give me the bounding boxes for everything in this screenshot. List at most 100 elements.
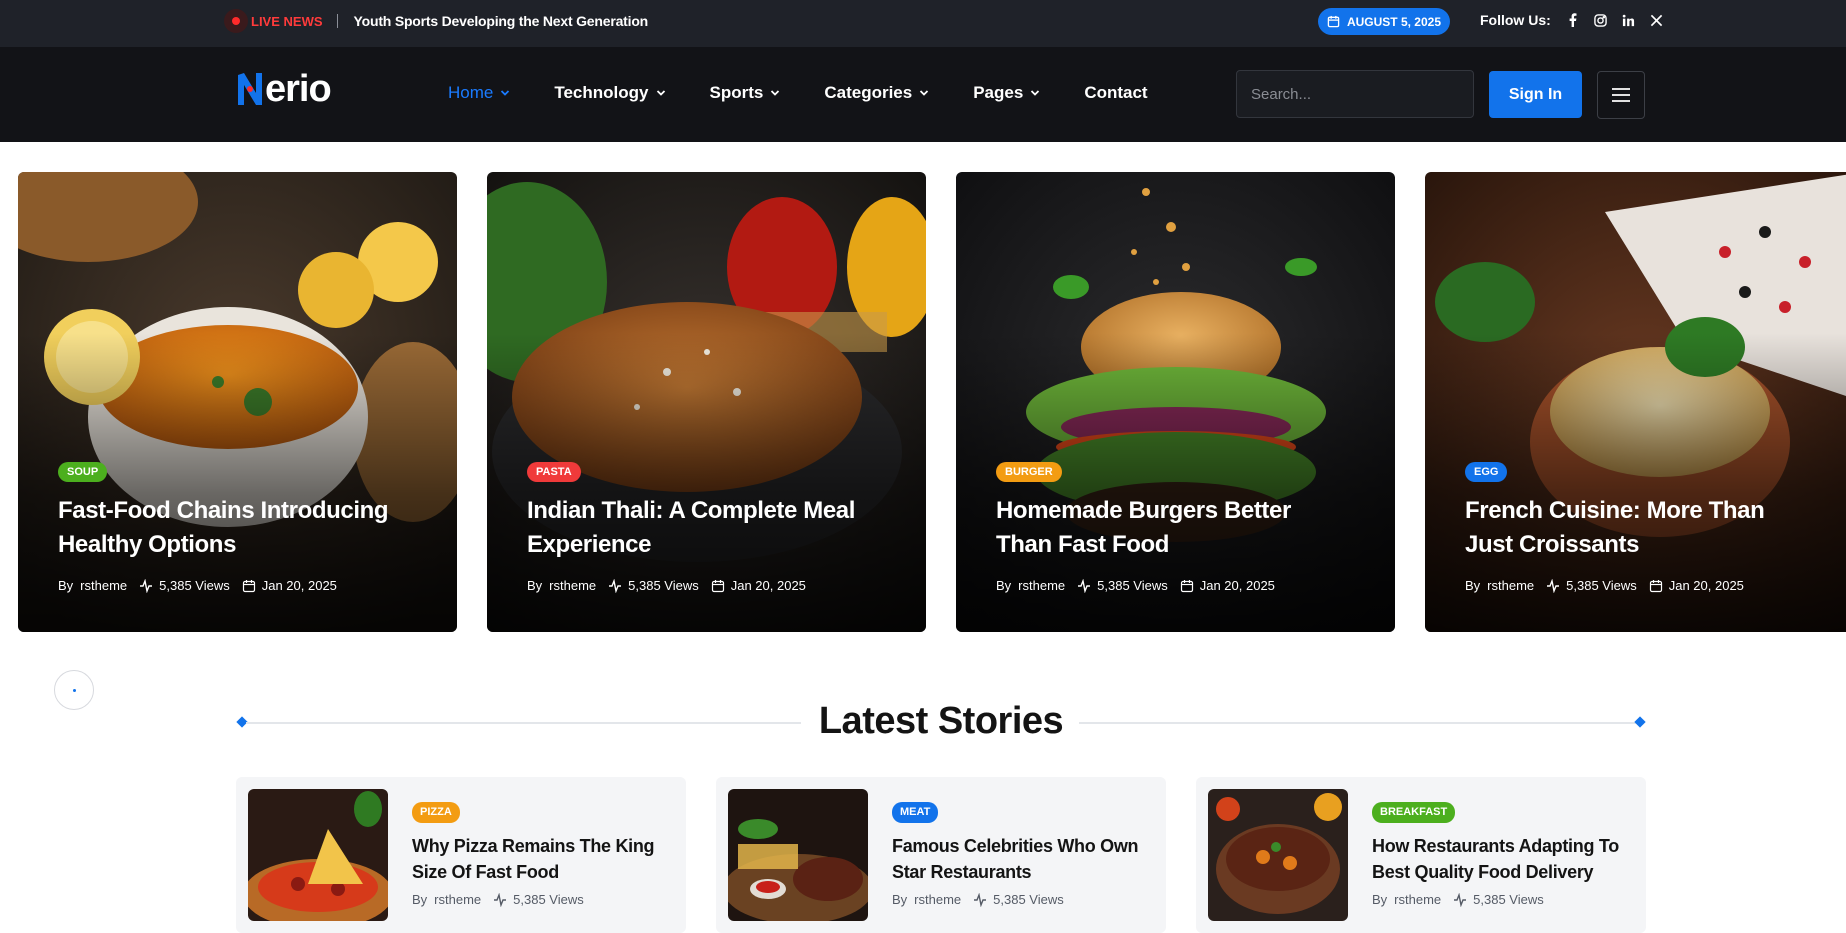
- meta-by-label: By: [892, 892, 908, 907]
- card-meta: By rstheme 5,385 Views Jan 20, 2025: [996, 578, 1275, 593]
- nav-pages-label: Pages: [973, 83, 1024, 102]
- card-title[interactable]: Homemade Burgers Better Than Fast Food: [996, 494, 1341, 562]
- featured-card[interactable]: BURGER Homemade Burgers Better Than Fast…: [956, 172, 1395, 632]
- calendar-icon: [242, 579, 255, 592]
- meta-date: Jan 20, 2025: [1668, 578, 1744, 593]
- meta-author[interactable]: rstheme: [914, 892, 961, 907]
- chevron-down-icon: [1031, 90, 1040, 96]
- category-tag[interactable]: PIZZA: [412, 802, 460, 823]
- activity-icon: [974, 892, 987, 907]
- card-title[interactable]: French Cuisine: More Than Just Croissant…: [1465, 494, 1810, 562]
- story-title[interactable]: How Restaurants Adapting To Best Quality…: [1372, 833, 1632, 885]
- meta-author[interactable]: rstheme: [434, 892, 481, 907]
- instagram-icon[interactable]: [1593, 12, 1609, 28]
- card-meta: By rstheme 5,385 Views Jan 20, 2025: [1465, 578, 1744, 593]
- main-header: erio Home Technology Sports Categories P…: [0, 47, 1846, 142]
- category-tag[interactable]: PASTA: [527, 462, 581, 482]
- meta-author[interactable]: rstheme: [1487, 578, 1534, 593]
- nav-technology-label: Technology: [554, 83, 649, 102]
- story-title[interactable]: Why Pizza Remains The King Size Of Fast …: [412, 833, 672, 885]
- x-icon[interactable]: [1649, 12, 1665, 28]
- category-tag[interactable]: EGG: [1465, 462, 1508, 482]
- activity-icon: [1078, 578, 1091, 593]
- section-header: Latest Stories: [236, 700, 1646, 746]
- nav-contact-label: Contact: [1084, 83, 1148, 102]
- nav-home[interactable]: Home: [448, 83, 510, 103]
- card-overlay: [1425, 172, 1846, 632]
- activity-icon: [1547, 578, 1560, 593]
- card-meta: By rstheme 5,385 Views Jan 20, 2025: [527, 578, 806, 593]
- story-card[interactable]: BREAKFAST How Restaurants Adapting To Be…: [1196, 777, 1646, 933]
- category-tag[interactable]: BREAKFAST: [1372, 802, 1456, 823]
- site-logo[interactable]: erio: [236, 68, 332, 110]
- latest-stories-list: PIZZA Why Pizza Remains The King Size Of…: [236, 777, 1646, 933]
- card-overlay: [18, 172, 457, 632]
- activity-icon: [140, 578, 153, 593]
- live-news-label: LIVE NEWS: [251, 13, 323, 29]
- meta-date: Jan 20, 2025: [261, 578, 337, 593]
- story-card[interactable]: PIZZA Why Pizza Remains The King Size Of…: [236, 777, 686, 933]
- top-bar: LIVE NEWS Youth Sports Developing the Ne…: [0, 0, 1846, 47]
- calendar-icon: [1327, 15, 1340, 28]
- meta-views: 5,385 Views: [1473, 892, 1544, 907]
- story-card[interactable]: MEAT Famous Celebrities Who Own Star Res…: [716, 777, 1166, 933]
- hamburger-menu-button[interactable]: [1597, 71, 1645, 119]
- chevron-down-icon: [920, 90, 929, 96]
- nav-contact[interactable]: Contact: [1084, 83, 1147, 103]
- facebook-icon[interactable]: [1565, 12, 1581, 28]
- nav-categories[interactable]: Categories: [824, 83, 929, 103]
- date-badge: AUGUST 5, 2025: [1318, 8, 1450, 35]
- meta-author[interactable]: rstheme: [549, 578, 596, 593]
- chevron-down-icon: [501, 90, 510, 96]
- main-nav: Home Technology Sports Categories Pages …: [448, 83, 1192, 103]
- card-title[interactable]: Indian Thali: A Complete Meal Experience: [527, 494, 872, 562]
- stew-thumbnail: [1208, 789, 1348, 921]
- live-dot-icon: [224, 9, 248, 33]
- meta-by-label: By: [527, 578, 543, 593]
- category-tag[interactable]: SOUP: [58, 462, 108, 482]
- meta-by-label: By: [412, 892, 428, 907]
- meat-thumbnail: [728, 789, 868, 921]
- meta-author[interactable]: rstheme: [1394, 892, 1441, 907]
- story-title[interactable]: Famous Celebrities Who Own Star Restaura…: [892, 833, 1152, 885]
- meta-views: 5,385 Views: [159, 578, 230, 593]
- meta-date: Jan 20, 2025: [730, 578, 806, 593]
- story-meta: By rstheme 5,385 Views: [412, 892, 584, 907]
- category-tag[interactable]: MEAT: [892, 802, 939, 823]
- nav-technology[interactable]: Technology: [554, 83, 665, 103]
- meta-by-label: By: [1372, 892, 1388, 907]
- meta-date: Jan 20, 2025: [1199, 578, 1275, 593]
- story-meta: By rstheme 5,385 Views: [892, 892, 1064, 907]
- search-input[interactable]: [1236, 70, 1474, 118]
- card-meta: By rstheme 5,385 Views Jan 20, 2025: [58, 578, 337, 593]
- calendar-icon: [1649, 579, 1662, 592]
- carousel-pager[interactable]: [54, 670, 94, 710]
- meta-views: 5,385 Views: [1097, 578, 1168, 593]
- linkedin-icon[interactable]: [1621, 12, 1637, 28]
- meta-by-label: By: [996, 578, 1012, 593]
- meta-author[interactable]: rstheme: [1018, 578, 1065, 593]
- breaking-headline[interactable]: Youth Sports Developing the Next Generat…: [354, 13, 649, 29]
- live-news[interactable]: LIVE NEWS Youth Sports Developing the Ne…: [224, 9, 648, 33]
- divider: [336, 14, 338, 28]
- sign-in-button[interactable]: Sign In: [1489, 71, 1582, 118]
- current-date: AUGUST 5, 2025: [1346, 14, 1442, 29]
- meta-author[interactable]: rstheme: [80, 578, 127, 593]
- featured-card[interactable]: EGG French Cuisine: More Than Just Crois…: [1425, 172, 1846, 632]
- meta-views: 5,385 Views: [513, 892, 584, 907]
- featured-card[interactable]: PASTA Indian Thali: A Complete Meal Expe…: [487, 172, 926, 632]
- meta-by-label: By: [58, 578, 74, 593]
- logo-text: erio: [265, 68, 332, 110]
- pager-dot: [72, 688, 76, 692]
- nav-pages[interactable]: Pages: [973, 83, 1040, 103]
- nav-home-label: Home: [448, 83, 494, 102]
- card-overlay: [487, 172, 926, 632]
- calendar-icon: [1180, 579, 1193, 592]
- category-tag[interactable]: BURGER: [996, 462, 1062, 482]
- card-title[interactable]: Fast-Food Chains Introducing Healthy Opt…: [58, 494, 403, 562]
- activity-icon: [494, 892, 507, 907]
- nav-sports[interactable]: Sports: [710, 83, 781, 103]
- featured-card[interactable]: SOUP Fast-Food Chains Introducing Health…: [18, 172, 457, 632]
- chevron-down-icon: [771, 90, 780, 96]
- nav-sports-label: Sports: [709, 83, 764, 102]
